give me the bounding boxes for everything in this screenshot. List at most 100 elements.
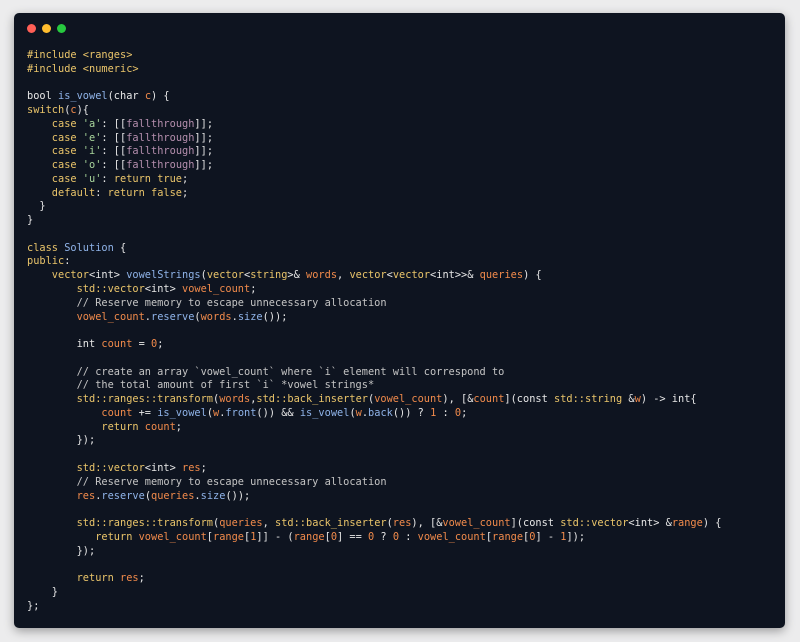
code-line: // Reserve memory to escape unnecessary …: [27, 476, 721, 490]
code-token: class: [27, 241, 65, 254]
close-dot-icon[interactable]: [27, 24, 36, 33]
code-line: class Solution {: [27, 242, 721, 256]
code-token: words: [306, 269, 338, 282]
code-token: count: [144, 420, 176, 433]
code-token: : [[: [101, 145, 127, 158]
code-token: res: [120, 572, 139, 585]
code-token: 'e': [82, 131, 102, 144]
code-line: bool is_vowel(char c) {: [27, 90, 721, 104]
code-line: });: [27, 434, 721, 448]
code-token: fallthrough: [126, 145, 195, 158]
code-token: vowel_count: [417, 530, 486, 543]
code-token: 'u': [82, 172, 102, 185]
maximize-dot-icon[interactable]: [57, 24, 66, 33]
code-token: : [[: [101, 131, 127, 144]
code-token: ;: [182, 186, 189, 199]
code-line: });: [27, 545, 721, 559]
code-token: vector: [27, 269, 89, 282]
code-token: <int>: [144, 283, 182, 296]
code-token: ,: [262, 517, 275, 530]
code-token: std::ranges::transform: [27, 517, 213, 530]
code-token: queries: [219, 517, 263, 530]
code-token: range: [671, 517, 703, 530]
code-token: #include <ranges>: [27, 49, 133, 61]
code-token: :: [101, 172, 114, 185]
code-token: ] -: [535, 530, 561, 543]
code-token: Solution: [64, 241, 114, 254]
code-line: std::vector<int> res;: [27, 462, 721, 476]
minimize-dot-icon[interactable]: [42, 24, 51, 33]
code-token: ());: [225, 489, 251, 502]
code-token: 'i': [82, 145, 102, 158]
code-line: // Reserve memory to escape unnecessary …: [27, 297, 721, 311]
code-token: default: [27, 186, 96, 199]
code-token: ]);: [566, 530, 586, 543]
code-token: case: [27, 172, 83, 185]
code-line: return count;: [27, 421, 721, 435]
code-token: <int>: [89, 269, 127, 282]
code-token: back: [368, 406, 393, 419]
code-line: }: [27, 200, 721, 214]
code-line: case 'e': [[fallthrough]];: [27, 132, 721, 146]
code-token: vowel_count: [182, 283, 251, 296]
code-token: >&: [287, 269, 307, 282]
code-line: case 'i': [[fallthrough]];: [27, 145, 721, 159]
code-line: // create an array `vowel_count` where `…: [27, 366, 721, 380]
code-token: return: [27, 530, 139, 543]
code-token: <int>: [144, 461, 182, 474]
code-token: fallthrough: [126, 117, 195, 130]
code-token: reserve: [101, 489, 145, 502]
code-token: std::back_inserter: [275, 517, 387, 530]
code-token: : [[: [101, 159, 127, 172]
code-token: ,: [337, 269, 350, 282]
code-token: ;: [175, 420, 182, 433]
code-token: // Reserve memory to escape unnecessary …: [27, 475, 387, 488]
code-token: reserve: [151, 310, 195, 323]
code-token: ?: [374, 530, 393, 543]
code-token: });: [27, 544, 96, 557]
code-token: case: [27, 117, 83, 130]
code-token: ) {: [151, 90, 170, 103]
code-token: range: [213, 530, 244, 543]
code-token: =: [132, 338, 152, 351]
code-token: :: [95, 186, 108, 199]
code-token: return false: [107, 186, 183, 199]
code-token: is_vowel: [299, 406, 350, 419]
code-token: // create an array `vowel_count` where `…: [27, 365, 505, 378]
code-token: size: [237, 310, 263, 323]
code-token: ]];: [194, 159, 214, 172]
code-token: return: [27, 572, 120, 585]
code-token: vowel_count: [27, 310, 145, 323]
code-token: vector: [206, 269, 245, 282]
code-token: count: [473, 393, 505, 406]
code-token: &: [622, 393, 635, 406]
code-token: }: [27, 585, 58, 598]
code-token: : [[: [101, 117, 127, 130]
code-token: std::vector: [560, 517, 629, 530]
code-token: queries: [479, 269, 524, 282]
code-token: #include <numeric>: [27, 62, 139, 75]
code-line: vowel_count.reserve(words.size());: [27, 311, 721, 325]
code-token: words: [200, 310, 232, 323]
code-line: #include <numeric>: [27, 63, 721, 77]
code-line: return vowel_count[range[1]] - (range[0]…: [27, 531, 721, 545]
code-token: (char: [107, 90, 145, 103]
code-line: switch(c){: [27, 104, 721, 118]
code-token: is_vowel: [157, 406, 207, 419]
code-token: ) -> int{: [640, 393, 697, 406]
code-token: ]];: [194, 117, 214, 130]
code-line: // the total amount of first `i` *vowel …: [27, 379, 721, 393]
code-token: vowel_count: [442, 517, 511, 530]
code-line: int count = 0;: [27, 338, 721, 352]
code-token: };: [27, 599, 40, 612]
code-token: case: [27, 131, 83, 144]
code-token: ;: [461, 406, 468, 419]
code-token: });: [27, 434, 96, 447]
code-line: #include <ranges>: [27, 49, 721, 63]
code-token: return: [27, 420, 145, 433]
code-line: };: [27, 600, 721, 614]
code-token: is_vowel: [58, 90, 108, 103]
